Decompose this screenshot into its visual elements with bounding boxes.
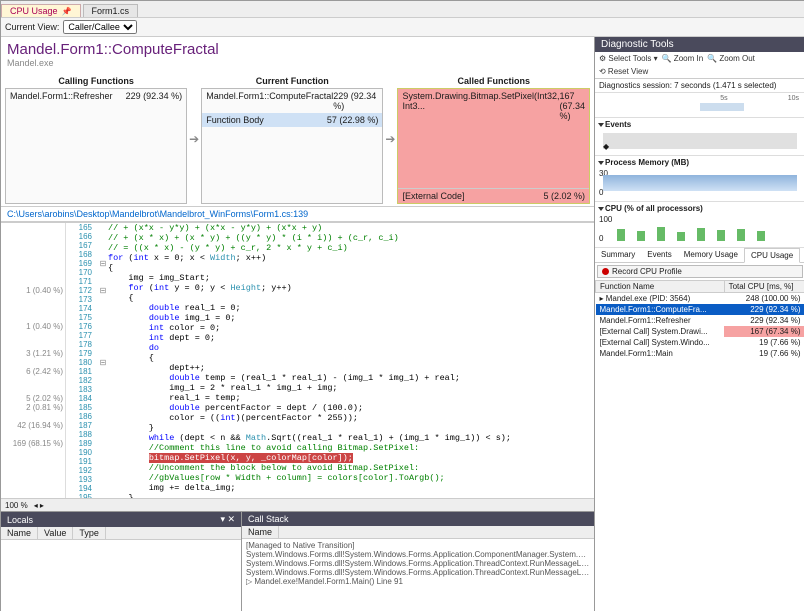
callstack-body[interactable]: [Managed to Native Transition]System.Win… (242, 539, 594, 611)
called-header: Called Functions (397, 74, 590, 88)
function-title: Mandel.Form1::ComputeFractal (7, 41, 588, 58)
called-item[interactable]: System.Drawing.Bitmap.SetPixel(Int32, In… (398, 89, 589, 123)
hot-path-gutter: 1 (0.40 %) 1 (0.40 %) 3 (1.21 %) 6 (2.42… (1, 223, 66, 498)
zoom-out-button[interactable]: 🔍 Zoom Out (707, 54, 755, 63)
reset-view-button[interactable]: ⟲ Reset View (599, 67, 648, 76)
view-bar: Current View: Caller/Callee (1, 18, 804, 37)
cpu-function-table[interactable]: Function NameTotal CPU [ms, %] ▸ Mandel.… (595, 280, 804, 359)
locals-columns[interactable]: NameValueType (1, 527, 241, 540)
tab-cpu-usage[interactable]: CPU Usage📌 (1, 4, 81, 17)
called-box[interactable]: System.Drawing.Bitmap.SetPixel(Int32, In… (397, 88, 590, 204)
callstack-row[interactable]: [Managed to Native Transition] (246, 541, 590, 550)
called-footer[interactable]: [External Code]5 (2.02 %) (398, 188, 589, 203)
document-tabs: CPU Usage📌 Form1.cs (1, 1, 804, 18)
diagnostic-subtabs: Summary Events Memory Usage CPU Usage (595, 248, 804, 263)
session-info: Diagnostics session: 7 seconds (1.471 s … (595, 79, 804, 93)
current-box[interactable]: Mandel.Form1::ComputeFractal229 (92.34 %… (201, 88, 383, 204)
caller-callee-view: Calling Functions Mandel.Form1::Refreshe… (1, 72, 594, 206)
calling-item[interactable]: Mandel.Form1::Refresher229 (92.34 %) (6, 89, 186, 103)
select-tools-button[interactable]: ⚙ Select Tools ▾ (599, 54, 658, 63)
current-item-body[interactable]: Function Body57 (22.98 %) (202, 113, 382, 127)
cpu-table-row[interactable]: [External Call] System.Drawi...167 (67.3… (596, 326, 804, 337)
zoom-bar[interactable]: 100 %◂ ▸ (1, 498, 594, 511)
callstack-columns[interactable]: Name (242, 526, 594, 539)
subtab-cpu[interactable]: CPU Usage (744, 248, 800, 263)
locals-body (1, 540, 241, 611)
callstack-row[interactable]: System.Windows.Forms.dll!System.Windows.… (246, 568, 590, 577)
cpu-table-row[interactable]: [External Call] System.Windo...19 (7.66 … (596, 337, 804, 348)
callstack-row[interactable]: System.Windows.Forms.dll!System.Windows.… (246, 559, 590, 568)
memory-chart[interactable]: 30 0 (599, 169, 801, 197)
events-track[interactable]: ⏸ ◆ (599, 131, 801, 151)
record-cpu-button[interactable]: Record CPU Profile (597, 265, 803, 278)
cpu-chart[interactable]: 100 0 (599, 215, 801, 243)
pin-icon: 📌 (62, 7, 72, 16)
expand-icon[interactable] (598, 161, 604, 165)
callstack-header[interactable]: Call Stack (242, 512, 594, 526)
timeline-ruler[interactable]: 5s 10s (599, 95, 801, 115)
current-header: Current Function (201, 74, 383, 88)
record-icon (602, 268, 609, 275)
panel-menu-icon[interactable]: ▾ ✕ (220, 514, 235, 525)
current-view-label: Current View: (5, 22, 59, 32)
expand-icon[interactable] (598, 123, 604, 127)
subtab-summary[interactable]: Summary (595, 248, 641, 262)
function-header: Mandel.Form1::ComputeFractal Mandel.exe (1, 37, 594, 72)
expand-icon[interactable] (598, 207, 604, 211)
subtab-events[interactable]: Events (641, 248, 677, 262)
diagnostic-toolbar: ⚙ Select Tools ▾ 🔍 Zoom In 🔍 Zoom Out ⟲ … (595, 52, 804, 79)
cpu-table-row[interactable]: Mandel.Form1::ComputeFra...229 (92.34 %) (596, 304, 804, 315)
cpu-table-row[interactable]: Mandel.Form1::Refresher229 (92.34 %) (596, 315, 804, 326)
diagnostic-title[interactable]: Diagnostic Tools (595, 37, 804, 52)
calling-header: Calling Functions (5, 74, 187, 88)
file-path[interactable]: C:\Users\arobins\Desktop\Mandelbrot\Mand… (1, 206, 594, 222)
function-module: Mandel.exe (7, 58, 588, 68)
arrow-right-icon: ➔ (385, 74, 395, 204)
current-item-fn[interactable]: Mandel.Form1::ComputeFractal229 (92.34 %… (202, 89, 382, 113)
calling-box[interactable]: Mandel.Form1::Refresher229 (92.34 %) (5, 88, 187, 204)
callstack-row[interactable]: ▷ Mandel.exe!Mandel.Form1.Main() Line 91 (246, 577, 590, 586)
current-view-select[interactable]: Caller/Callee (63, 20, 137, 34)
code-text[interactable]: // + (x*x - y*y) + (x*x - y*y) + (x*x + … (108, 223, 594, 498)
cpu-table-row[interactable]: Mandel.Form1::Main19 (7.66 %) (596, 348, 804, 359)
cpu-table-row[interactable]: ▸ Mandel.exe (PID: 3564)248 (100.00 %) (596, 293, 804, 305)
fold-gutter[interactable]: ⊟ ⊟ ⊟ ⊡ (98, 223, 108, 498)
callstack-row[interactable]: System.Windows.Forms.dll!System.Windows.… (246, 550, 590, 559)
code-editor[interactable]: 1 (0.40 %) 1 (0.40 %) 3 (1.21 %) 6 (2.42… (1, 222, 594, 498)
line-numbers: 1651661671681691701711721731741751761771… (66, 223, 98, 498)
zoom-in-button[interactable]: 🔍 Zoom In (662, 54, 704, 63)
subtab-memory[interactable]: Memory Usage (678, 248, 744, 262)
arrow-right-icon: ➔ (189, 74, 199, 204)
locals-header[interactable]: Locals▾ ✕ (1, 512, 241, 527)
tab-form1-cs[interactable]: Form1.cs (83, 4, 139, 17)
